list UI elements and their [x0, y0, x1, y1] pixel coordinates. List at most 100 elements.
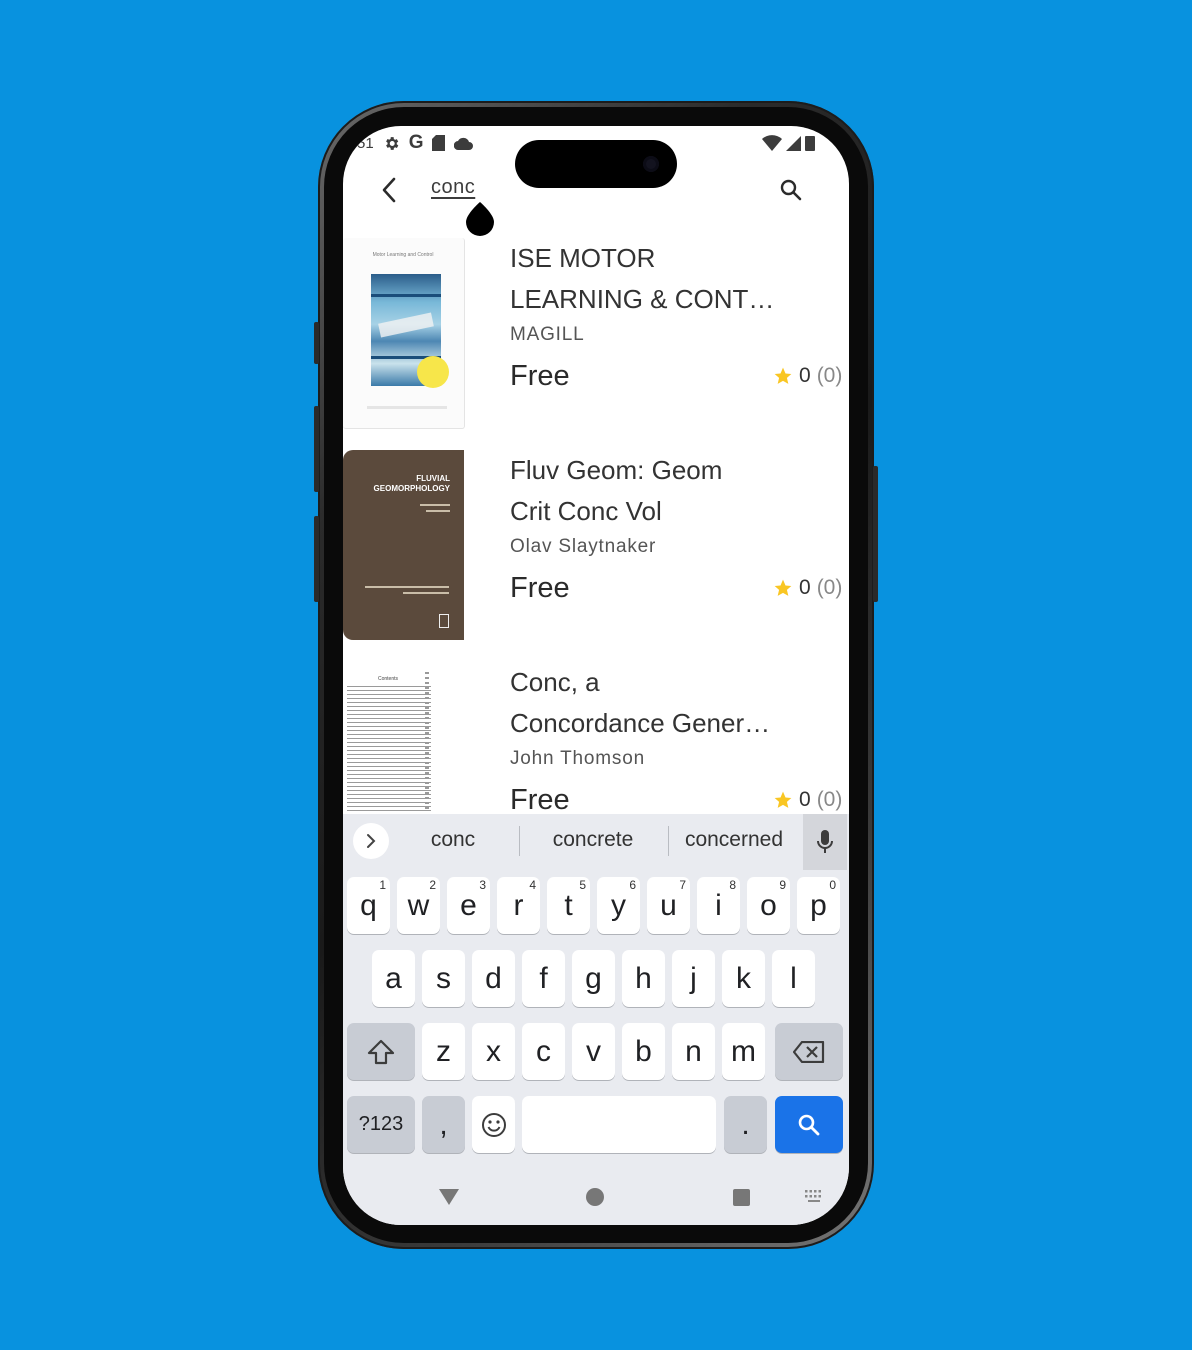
key-n[interactable]: n [672, 1023, 715, 1080]
power-button [873, 466, 878, 602]
emoji-key[interactable] [472, 1096, 515, 1153]
book-cover-image: FLUVIAL GEOMORPHOLOGY [343, 450, 464, 640]
key-r[interactable]: r4 [497, 877, 540, 934]
battery-icon [805, 136, 815, 151]
symbols-key[interactable]: ?123 [347, 1096, 415, 1153]
comma-key[interactable]: , [422, 1096, 465, 1153]
key-o[interactable]: o9 [747, 877, 790, 934]
back-button[interactable] [371, 172, 407, 208]
key-v[interactable]: v [572, 1023, 615, 1080]
star-icon [774, 367, 792, 384]
cloud-icon [454, 137, 474, 150]
key-k[interactable]: k [722, 950, 765, 1007]
backspace-icon [793, 1040, 825, 1063]
key-i[interactable]: i8 [697, 877, 740, 934]
rating-count: (0) [816, 364, 843, 387]
status-bar-right [762, 131, 815, 155]
voice-input-button[interactable] [803, 814, 847, 870]
key-m[interactable]: m [722, 1023, 765, 1080]
book-title: Conc, a Concordance Generator [510, 667, 780, 738]
book-rating: 0 (0) [773, 788, 842, 812]
search-input[interactable]: conc [431, 176, 475, 199]
key-l[interactable]: l [772, 950, 815, 1007]
book-rating: 0 (0) [773, 364, 842, 388]
book-price: Free [510, 572, 570, 604]
result-item[interactable]: Motor Learning and Control ISE MOTOR LEA… [343, 238, 849, 450]
suggestion-concrete[interactable]: concrete [533, 828, 653, 852]
key-p[interactable]: p0 [797, 877, 840, 934]
book-title: Fluv Geom: Geom Crit Conc Vol [510, 455, 723, 526]
backspace-key[interactable] [775, 1023, 843, 1080]
text-cursor-handle-icon[interactable] [466, 202, 494, 236]
rating-count: (0) [816, 788, 843, 811]
suggestion-divider [519, 826, 520, 856]
nav-recents-icon[interactable] [733, 1189, 750, 1206]
cover-title-text: FLUVIAL GEOMORPHOLOGY [373, 474, 450, 493]
key-q[interactable]: q1 [347, 877, 390, 934]
key-t[interactable]: t5 [547, 877, 590, 934]
gear-icon [385, 136, 398, 150]
period-key[interactable]: . [724, 1096, 767, 1153]
suggestion-divider [668, 826, 669, 856]
key-w[interactable]: w2 [397, 877, 440, 934]
key-s[interactable]: s [422, 950, 465, 1007]
cover-title-text: Contents [377, 676, 398, 682]
book-price: Free [510, 784, 570, 816]
key-f[interactable]: f [522, 950, 565, 1007]
expand-toolbar-button[interactable] [353, 823, 389, 859]
nav-home-icon[interactable] [586, 1188, 604, 1206]
key-e[interactable]: e3 [447, 877, 490, 934]
rating-count: (0) [816, 576, 843, 599]
cover-title-text: Motor Learning and Control [372, 252, 434, 258]
status-bar-left: 51 G [357, 131, 474, 155]
cover-badge [417, 356, 449, 388]
search-enter-key[interactable] [775, 1096, 843, 1153]
star-icon [774, 579, 792, 596]
key-u[interactable]: u7 [647, 877, 690, 934]
rating-value: 0 [799, 576, 811, 599]
shift-key[interactable] [347, 1023, 415, 1080]
rating-value: 0 [799, 788, 811, 811]
camera-icon [643, 156, 659, 172]
chevron-left-icon [382, 177, 396, 203]
signal-icon [786, 135, 801, 151]
key-y[interactable]: y6 [597, 877, 640, 934]
key-a[interactable]: a [372, 950, 415, 1007]
system-nav-bar [343, 1169, 849, 1225]
book-price: Free [510, 360, 570, 392]
suggestion-conc[interactable]: conc [403, 828, 503, 852]
suggestion-concerned[interactable]: concerned [675, 828, 793, 852]
search-icon [798, 1114, 820, 1135]
key-b[interactable]: b [622, 1023, 665, 1080]
dynamic-island [515, 140, 677, 188]
key-d[interactable]: d [472, 950, 515, 1007]
shift-arrow-icon [367, 1039, 395, 1064]
microphone-icon [817, 830, 833, 853]
book-author: Olav Slaytnaker [510, 536, 657, 557]
key-c[interactable]: c [522, 1023, 565, 1080]
key-x[interactable]: x [472, 1023, 515, 1080]
contents-lines [347, 686, 431, 812]
nav-back-icon[interactable] [439, 1189, 459, 1205]
key-h[interactable]: h [622, 950, 665, 1007]
book-author: MAGILL [510, 324, 585, 345]
wifi-icon [762, 135, 782, 151]
emoji-icon [481, 1112, 506, 1137]
space-key[interactable] [522, 1096, 716, 1153]
volume-up-button [314, 406, 319, 492]
key-g[interactable]: g [572, 950, 615, 1007]
rating-value: 0 [799, 364, 811, 387]
sd-card-icon [432, 135, 446, 151]
google-icon: G [408, 132, 424, 153]
book-rating: 0 (0) [773, 576, 842, 600]
volume-down-button [314, 516, 319, 602]
chevron-right-icon [367, 834, 376, 848]
publisher-logo [439, 614, 449, 628]
key-j[interactable]: j [672, 950, 715, 1007]
soft-keyboard: conc concrete concerned q1 w2 e3 r4 t5 y… [343, 814, 849, 1225]
book-cover-image: Motor Learning and Control [343, 238, 465, 429]
key-z[interactable]: z [422, 1023, 465, 1080]
keyboard-switch-icon[interactable] [805, 1190, 825, 1204]
result-item[interactable]: FLUVIAL GEOMORPHOLOGY Fluv Geom: Geom Cr… [343, 450, 849, 662]
search-button[interactable] [771, 170, 811, 210]
